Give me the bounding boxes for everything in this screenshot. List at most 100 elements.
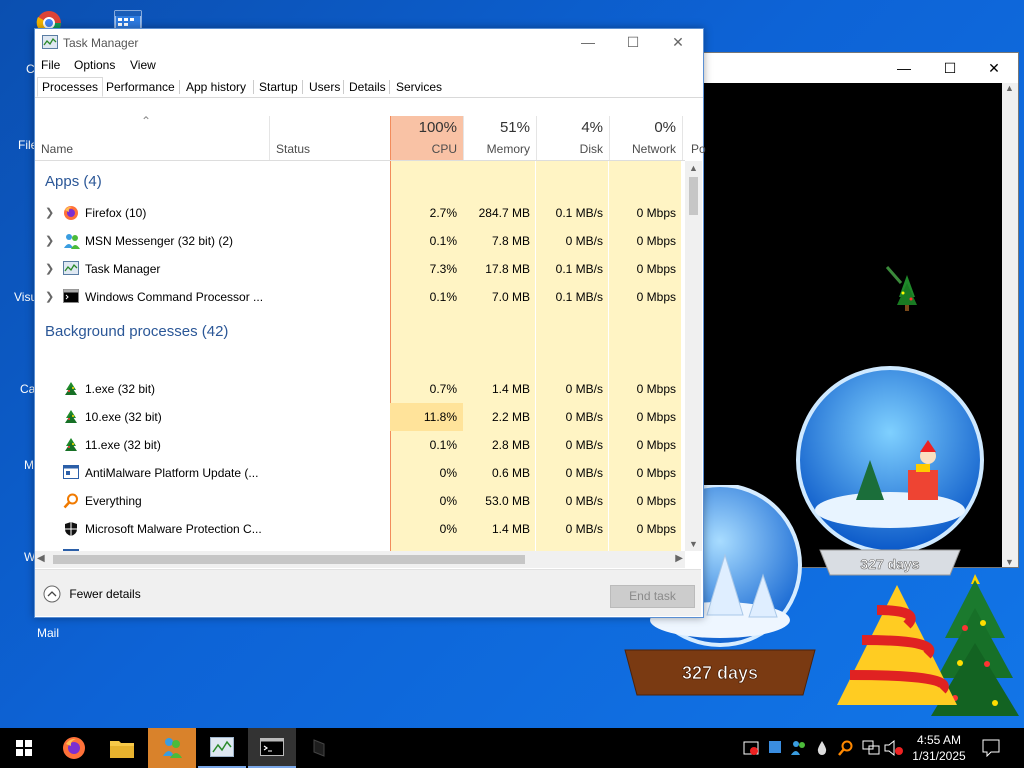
cmd-icon [260,738,284,756]
process-row[interactable]: Runtime Broker 0%2.1 MB0 MB/s0 Mbps [35,543,685,551]
menu-view[interactable]: View [130,58,156,72]
header-name[interactable]: Name [35,116,269,160]
desktop-icon-label[interactable]: M [24,458,34,472]
taskbar-file-explorer[interactable] [98,728,146,768]
task-manager-titlebar[interactable]: Task Manager — ☐ ✕ [35,29,703,55]
memory-cell: 2.8 MB [491,438,530,452]
network-cell: 0 Mbps [636,206,676,220]
process-name: Firefox (10) [85,206,147,220]
console-scrollbar[interactable]: ▲ ▼ [1002,83,1018,567]
taskbar-msn[interactable] [148,728,196,768]
tab-strip: Processes Performance App history Startu… [35,75,703,98]
expand-chevron-icon[interactable]: ❯ [45,255,54,283]
process-row[interactable]: ❯ Firefox (10) 2.7% 284.7 MB 0.1 MB/s 0 Mbps [35,199,685,227]
cpu-cell: 0% [439,494,457,508]
group-header-apps[interactable]: Apps (4) [35,169,685,197]
windows-logo-icon [16,740,32,756]
security-tray-icon[interactable] [743,740,759,756]
msn-tray-icon[interactable] [790,739,808,757]
header-disk[interactable]: 4% Disk [536,116,609,160]
taskbar-command-prompt[interactable] [248,728,296,768]
horizontal-scrollbar[interactable]: ◀ ▶ [35,551,685,568]
scroll-thumb[interactable] [689,177,698,215]
tab-processes[interactable]: Processes [37,77,104,97]
tab-details[interactable]: Details [344,77,391,97]
header-cpu[interactable]: 100% CPU [390,116,463,160]
folder-icon [110,741,134,758]
close-button[interactable]: ✕ [655,27,701,57]
minimize-button[interactable]: — [881,53,927,83]
cpu-cell: 0% [439,466,457,480]
disk-cell: 0 MB/s [565,410,603,424]
network-tray-icon[interactable] [862,740,880,756]
expand-chevron-icon[interactable]: ❯ [45,227,54,255]
cpu-cell: 0% [390,543,463,551]
process-name: MSN Messenger (32 bit) (2) [85,234,234,248]
process-row[interactable]: 10.exe (32 bit) 11.8% 2.2 MB 0 MB/s 0 Mbps [35,403,685,431]
process-row[interactable]: Microsoft Malware Protection C... 0% 1.4 M… [35,515,685,543]
menu-file[interactable]: File [41,58,60,72]
process-row[interactable]: AntiMalware Platform Update (... 0% 0.6 MB… [35,459,685,487]
disk-cell: 0 MB/s [565,494,603,508]
task-manager-window[interactable]: Task Manager — ☐ ✕ File Options View Pro… [34,28,706,618]
disk-cell: 0.1 MB/s [555,290,603,304]
process-name: AntiMalware Platform Update (... [85,466,259,480]
disk-cell: 0 MB/s [536,543,609,551]
droplet-tray-icon[interactable] [816,740,828,756]
memory-cell: 7.0 MB [491,290,530,304]
cpu-cell: 11.8% [390,403,463,431]
expand-chevron-icon[interactable]: ❯ [45,283,54,311]
disk-cell: 0 MB/s [565,234,603,248]
vertical-scrollbar[interactable]: ▲ ▼ [685,161,702,551]
firefox-icon [63,737,85,759]
network-cell: 0 Mbps [636,466,676,480]
tab-users[interactable]: Users [304,77,345,97]
desktop-icon-label[interactable]: Mail [37,626,59,640]
header-status[interactable]: Status [269,116,390,160]
process-name: 11.exe (32 bit) [85,438,161,452]
console-titlebar[interactable]: — ☐ ✕ [703,53,1018,83]
globe-counter-2: 327 days [682,663,758,683]
process-row[interactable]: Everything 0% 53.0 MB 0 MB/s 0 Mbps [35,487,685,515]
hscroll-thumb[interactable] [53,555,525,564]
process-row[interactable]: ❯ Windows Command Processor ... 0.1% 7.0 MB… [35,283,685,311]
header-network[interactable]: 0% Network [609,116,682,160]
taskbar-firefox[interactable] [50,728,98,768]
expand-chevron-icon[interactable]: ❯ [45,199,54,227]
chevron-up-circle-icon [43,585,61,603]
memory-cell: 0.6 MB [491,466,530,480]
header-power[interactable]: Po [682,116,706,160]
menu-options[interactable]: Options [74,58,115,72]
tab-startup[interactable]: Startup [254,77,303,97]
volume-muted-icon[interactable] [884,740,904,756]
start-button[interactable] [0,728,48,768]
tab-performance[interactable]: Performance [101,77,180,97]
tab-app-history[interactable]: App history [181,77,251,97]
maximize-button[interactable]: ☐ [610,27,656,57]
process-row[interactable]: 1.exe (32 bit) 0.7% 1.4 MB 0 MB/s 0 Mbps [35,375,685,403]
process-row[interactable]: ❯ Task Manager 7.3% 17.8 MB 0.1 MB/s 0 Mbps [35,255,685,283]
disk-cell: 0 MB/s [565,466,603,480]
blue-square-tray-icon[interactable] [768,740,782,754]
cpu-cell: 0.1% [429,234,457,248]
network-cell: 0 Mbps [636,410,676,424]
header-memory[interactable]: 51% Memory [463,116,536,160]
clock[interactable]: 4:55 AM 1/31/2025 [906,732,972,764]
tab-services[interactable]: Services [391,77,447,97]
process-row[interactable]: ❯ MSN Messenger (32 bit) (2) 0.1% 7.8 MB 0 M… [35,227,685,255]
fewer-details-button[interactable]: Fewer details [43,585,141,603]
close-button[interactable]: ✕ [971,53,1017,83]
memory-cell: 2.1 MB [463,543,536,551]
taskbar-app-dark[interactable] [296,728,344,768]
minimize-button[interactable]: — [565,27,611,57]
notifications-icon[interactable] [982,739,1000,757]
footer-bar: Fewer details End task [35,569,701,616]
cpu-cell: 0% [439,522,457,536]
taskbar-task-manager[interactable] [198,728,246,768]
search-tray-icon[interactable] [838,740,854,756]
network-cell: 0 Mbps [636,234,676,248]
maximize-button[interactable]: ☐ [927,53,973,83]
end-task-button[interactable]: End task [610,585,695,608]
process-row[interactable]: 11.exe (32 bit) 0.1% 2.8 MB 0 MB/s 0 Mbps [35,431,685,459]
group-header-background[interactable]: Background processes (42) [35,319,685,347]
